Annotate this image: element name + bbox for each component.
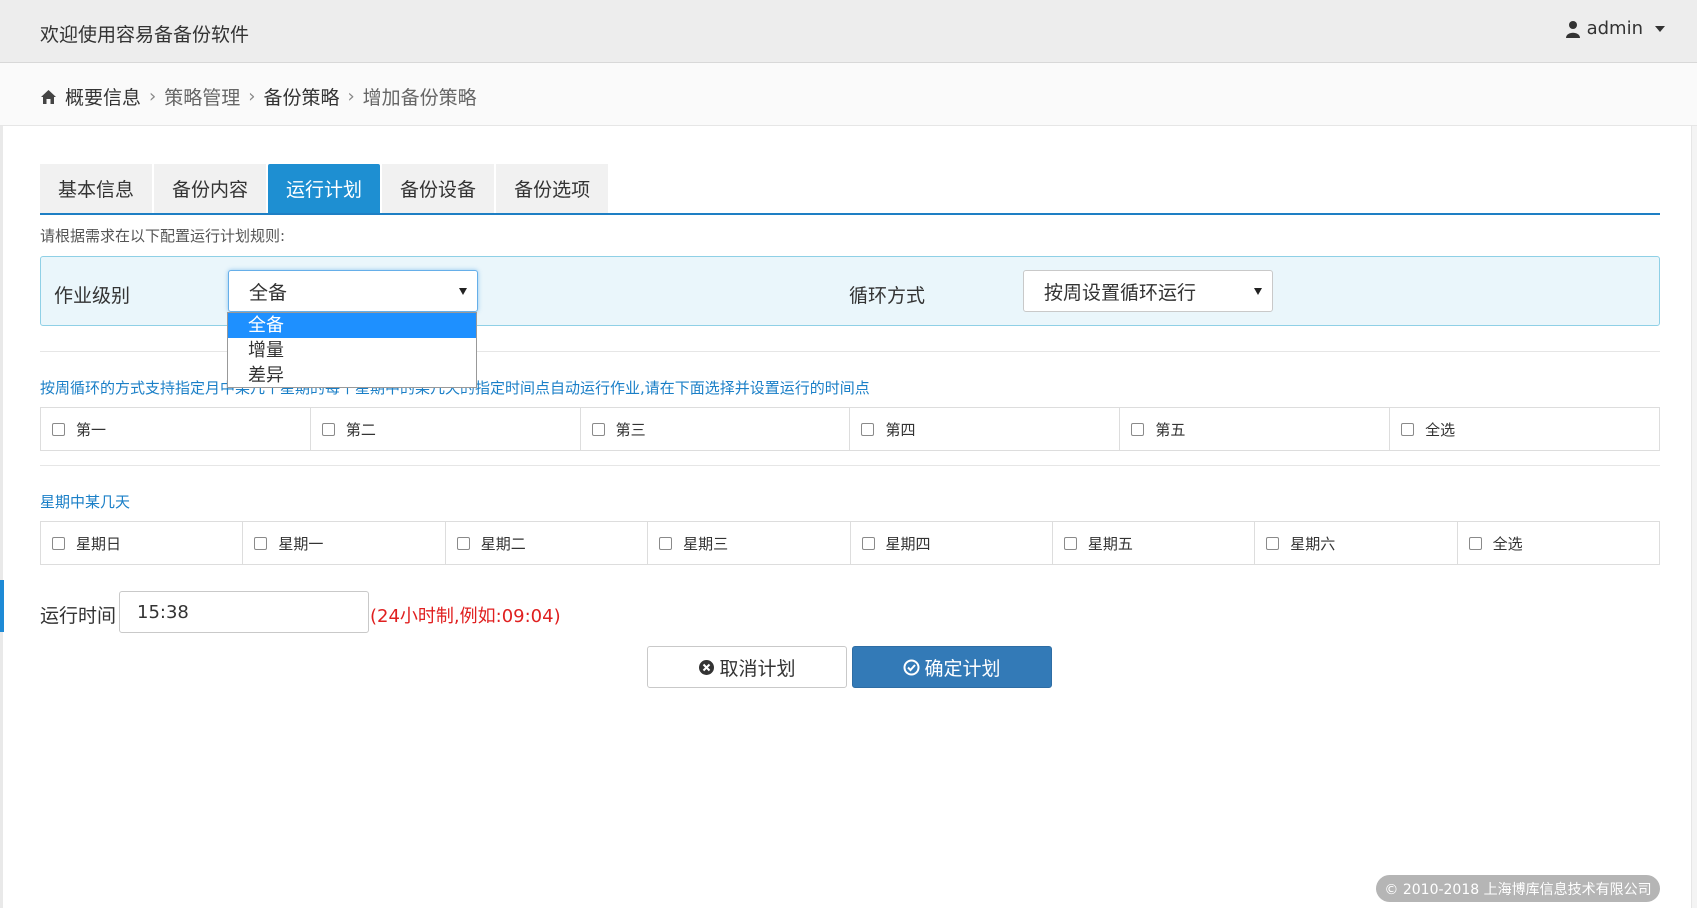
left-accent	[0, 580, 4, 632]
home-icon	[41, 89, 56, 104]
user-menu[interactable]: admin	[1565, 18, 1665, 39]
divider	[40, 465, 1660, 466]
job-level-option-incremental[interactable]: 增量	[228, 338, 476, 363]
day-option-fri[interactable]: 星期五	[1053, 522, 1256, 564]
days-section-title: 星期中某几天	[40, 493, 131, 511]
day-label: 星期四	[885, 534, 931, 553]
job-level-dropdown: 全备 增量 差异	[227, 312, 477, 388]
breadcrumb-item-overview[interactable]: 概要信息	[65, 83, 141, 110]
week-option-4[interactable]: 第四	[850, 408, 1121, 450]
confirm-plan-button[interactable]: 确定计划	[852, 646, 1052, 688]
week-label: 第三	[615, 420, 646, 439]
week-label: 第二	[345, 420, 376, 439]
copyright-footer: © 2010-2018 上海博库信息技术有限公司	[1376, 875, 1660, 902]
checkbox[interactable]	[1063, 536, 1077, 550]
week-option-1[interactable]: 第一	[41, 408, 311, 450]
tab-backup-device[interactable]: 备份设备	[382, 164, 495, 213]
job-level-label: 作业级别	[54, 285, 131, 307]
checkbox[interactable]	[1131, 422, 1145, 436]
cycle-select[interactable]: 按周设置循环运行	[1023, 270, 1273, 312]
user-icon	[1565, 20, 1580, 38]
chevron-right-icon: ›	[347, 86, 355, 107]
job-level-select[interactable]: 全备	[228, 270, 478, 312]
checkbox[interactable]	[861, 422, 875, 436]
breadcrumb: 概要信息 › 策略管理 › 备份策略 › 增加备份策略	[40, 83, 477, 110]
tab-run-schedule[interactable]: 运行计划	[268, 164, 381, 213]
checkbox[interactable]	[1401, 422, 1415, 436]
confirm-plan-label: 确定计划	[924, 657, 1001, 680]
week-option-3[interactable]: 第三	[581, 408, 851, 450]
day-label: 全选	[1492, 534, 1523, 553]
cancel-plan-label: 取消计划	[719, 657, 796, 680]
day-label: 星期六	[1290, 534, 1336, 553]
checkbox[interactable]	[591, 422, 605, 436]
cycle-value: 按周设置循环运行	[1044, 281, 1197, 304]
week-label: 全选	[1425, 420, 1456, 439]
cancel-plan-button[interactable]: 取消计划	[647, 646, 847, 688]
top-bar: 欢迎使用容易备备份软件 admin	[0, 0, 1697, 63]
checkbox[interactable]	[1468, 536, 1482, 550]
day-label: 星期二	[480, 534, 526, 553]
checkbox[interactable]	[321, 422, 335, 436]
checkbox[interactable]	[456, 536, 470, 550]
day-label: 星期日	[76, 534, 122, 553]
checkbox[interactable]	[1266, 536, 1280, 550]
chevron-down-icon	[1655, 25, 1665, 32]
job-level-option-differential[interactable]: 差异	[228, 363, 476, 388]
breadcrumb-item-current: 增加备份策略	[362, 87, 477, 109]
day-select-all[interactable]: 全选	[1458, 522, 1659, 564]
week-label: 第四	[885, 420, 916, 439]
tab-bar: 基本信息 备份内容 运行计划 备份设备 备份选项	[40, 164, 1660, 215]
right-scroll-edge	[1691, 126, 1697, 908]
week-checkbox-row: 第一 第二 第三 第四 第五 全选	[40, 407, 1660, 451]
day-option-sun[interactable]: 星期日	[41, 522, 244, 564]
dropdown-arrow-icon	[1254, 288, 1262, 295]
day-label: 星期五	[1087, 534, 1133, 553]
check-circle-icon	[903, 659, 920, 675]
breadcrumb-item-policy[interactable]: 策略管理	[164, 83, 240, 110]
cycle-label: 循环方式	[849, 285, 926, 307]
checkbox[interactable]	[659, 536, 673, 550]
day-option-wed[interactable]: 星期三	[648, 522, 851, 564]
day-label: 星期一	[278, 534, 324, 553]
breadcrumb-item-backup-policy[interactable]: 备份策略	[263, 83, 339, 110]
day-option-sat[interactable]: 星期六	[1255, 522, 1458, 564]
day-checkbox-row: 星期日 星期一 星期二 星期三 星期四 星期五 星期六 全选	[40, 521, 1660, 565]
close-circle-icon	[699, 659, 715, 675]
checkbox[interactable]	[52, 536, 65, 550]
week-option-5[interactable]: 第五	[1120, 408, 1391, 450]
tab-backup-content[interactable]: 备份内容	[154, 164, 267, 213]
week-label: 第五	[1155, 420, 1186, 439]
left-edge	[0, 126, 3, 908]
user-name: admin	[1586, 18, 1643, 39]
tab-basic-info[interactable]: 基本信息	[40, 164, 153, 213]
run-time-hint: (24小时制,例如:09:04)	[370, 606, 561, 627]
chevron-right-icon: ›	[248, 86, 256, 107]
config-hint: 请根据需求在以下配置运行计划规则:	[40, 227, 286, 245]
run-time-input[interactable]: 15:38	[119, 591, 369, 633]
checkbox[interactable]	[52, 422, 65, 436]
day-option-mon[interactable]: 星期一	[243, 522, 446, 564]
day-option-thu[interactable]: 星期四	[851, 522, 1053, 564]
breadcrumb-bar: 概要信息 › 策略管理 › 备份策略 › 增加备份策略	[0, 63, 1697, 126]
week-select-all[interactable]: 全选	[1390, 408, 1659, 450]
app-title: 欢迎使用容易备备份软件	[40, 24, 250, 46]
week-option-2[interactable]: 第二	[311, 408, 581, 450]
checkbox[interactable]	[254, 536, 268, 550]
run-time-label: 运行时间	[40, 605, 117, 627]
week-label: 第一	[76, 420, 107, 439]
chevron-right-icon: ›	[149, 86, 157, 107]
day-label: 星期三	[683, 534, 729, 553]
day-option-tue[interactable]: 星期二	[446, 522, 649, 564]
job-level-option-full[interactable]: 全备	[228, 313, 476, 338]
checkbox[interactable]	[861, 536, 875, 550]
dropdown-arrow-icon	[459, 288, 467, 295]
job-level-value: 全备	[249, 281, 288, 304]
tab-backup-options[interactable]: 备份选项	[496, 164, 609, 213]
